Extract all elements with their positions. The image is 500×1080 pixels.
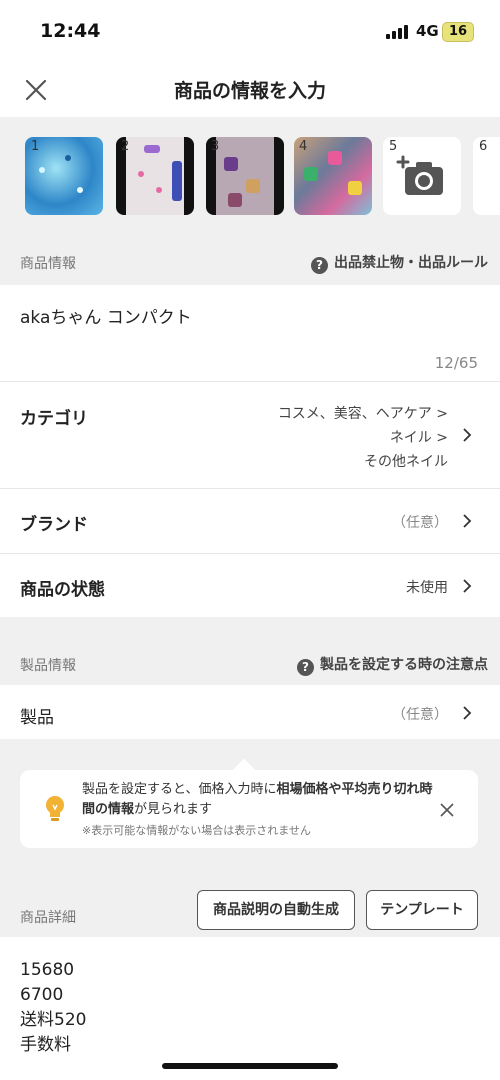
close-icon[interactable] — [440, 802, 454, 817]
banner-text: 製品を設定すると、価格入力時に相場価格や平均売り切れ時間の情報が見られます — [82, 782, 433, 817]
char-count: 12/65 — [434, 354, 478, 372]
section-label: 商品情報 — [20, 256, 76, 272]
product-row[interactable]: 製品 （任意） — [0, 685, 500, 739]
condition-label: 商品の状態 — [20, 580, 105, 600]
brand-value: （任意） — [392, 515, 448, 531]
title-field[interactable] — [0, 285, 500, 382]
photo-number: 6 — [479, 139, 488, 154]
template-button[interactable]: テンプレート — [366, 890, 478, 930]
description-textarea[interactable]: 15680 6700 送料520 手数料 — [20, 958, 86, 1058]
page-title: 商品の情報を入力 — [173, 80, 326, 102]
product-value: （任意） — [392, 707, 448, 723]
prohibited-items-link[interactable]: ? 出品禁止物・出品ルール — [311, 252, 488, 274]
status-time: 12:44 — [40, 20, 101, 42]
product-spec-header: 製品情報 ? 製品を設定する時の注意点 — [0, 617, 500, 685]
chevron-right-icon — [463, 579, 472, 593]
photo-number: 2 — [121, 139, 130, 154]
category-row[interactable]: カテゴリ コスメ、美容、ヘアケア > ネイル > その他ネイル — [0, 382, 500, 489]
auto-generate-description-button[interactable]: 商品説明の自動生成 — [197, 890, 355, 930]
photo-number: 4 — [299, 139, 308, 154]
photo-number: 5 — [389, 139, 398, 154]
brand-label: ブランド — [20, 515, 88, 535]
signal-icon — [386, 25, 410, 39]
condition-row[interactable]: 商品の状態 未使用 — [0, 554, 500, 617]
photo-number: 3 — [211, 139, 220, 154]
help-icon: ? — [311, 257, 328, 274]
spec-caution-link[interactable]: ? 製品を設定する時の注意点 — [297, 654, 488, 676]
chevron-right-icon — [463, 428, 472, 442]
photo-strip[interactable]: 1 2 3 4 5 6 — [0, 117, 500, 239]
help-icon: ? — [297, 659, 314, 676]
category-label: カテゴリ — [20, 409, 88, 429]
brand-row[interactable]: ブランド （任意） — [0, 489, 500, 554]
battery-icon: 16 — [442, 22, 474, 42]
chevron-right-icon — [463, 706, 472, 720]
details-section-label: 商品詳細 — [20, 910, 76, 926]
chevron-right-icon — [463, 514, 472, 528]
condition-value: 未使用 — [406, 580, 448, 596]
banner-note: ※表示可能な情報がない場合は表示されません — [82, 824, 311, 837]
category-value: コスメ、美容、ヘアケア > ネイル > その他ネイル — [277, 406, 448, 470]
photo-number: 1 — [31, 139, 40, 154]
title-input[interactable]: akaちゃん コンパクト — [20, 303, 192, 328]
network-type: 4G — [416, 22, 439, 40]
product-label: 製品 — [20, 708, 54, 728]
lightbulb-icon — [44, 795, 66, 823]
product-info-header: 商品情報 ? 出品禁止物・出品ルール — [0, 239, 500, 285]
home-indicator — [162, 1063, 338, 1069]
section-label: 製品情報 — [20, 658, 76, 674]
